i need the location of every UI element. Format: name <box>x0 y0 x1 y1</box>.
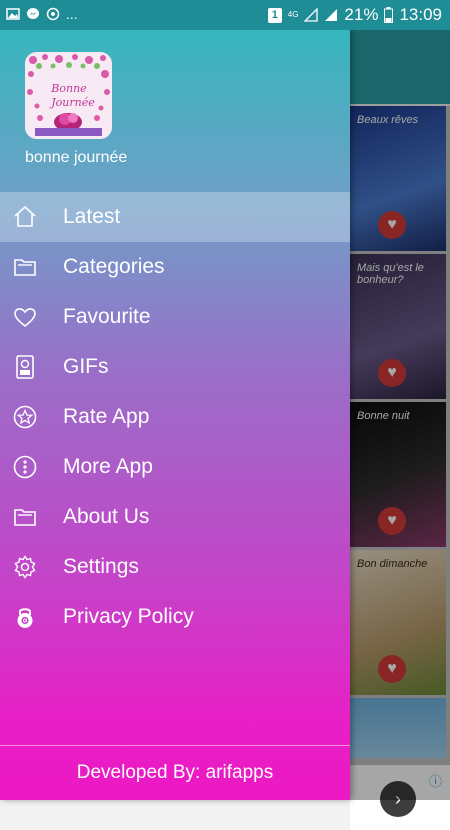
navigation-drawer: Bonne Journée bonne journée Latest Categ… <box>0 30 350 800</box>
menu-item-settings[interactable]: Settings <box>0 542 350 592</box>
more-circle-icon <box>13 455 37 479</box>
status-bar: ... 1 4G 21% 13:09 <box>0 0 450 30</box>
menu-item-privacy-policy[interactable]: Privacy Policy <box>0 592 350 642</box>
menu-item-label: Privacy Policy <box>63 605 194 628</box>
app-logo: Bonne Journée <box>25 52 112 139</box>
drawer-menu: Latest Categories Favourite GIFs Rate Ap… <box>0 192 350 642</box>
battery-percent: 21% <box>344 5 379 24</box>
sync-notification-icon <box>46 7 60 21</box>
menu-item-label: Rate App <box>63 405 150 428</box>
menu-item-about-us[interactable]: About Us <box>0 492 350 542</box>
home-icon <box>14 205 36 227</box>
lock-icon <box>17 608 33 628</box>
logo-text-2: Journée <box>49 96 95 109</box>
more-notifications: ... <box>66 6 78 22</box>
clock: 13:09 <box>399 5 442 24</box>
app-name: bonne journée <box>25 149 128 166</box>
menu-item-label: More App <box>63 455 153 478</box>
heart-icon <box>14 308 36 328</box>
menu-item-rate-app[interactable]: Rate App <box>0 392 350 442</box>
menu-item-gifs[interactable]: GIFs <box>0 342 350 392</box>
signal-bars-icon <box>325 9 338 21</box>
network-type: 4G <box>287 10 299 19</box>
logo-text-1: Bonne <box>50 82 87 95</box>
folder-icon <box>14 509 36 526</box>
drawer-header: Bonne Journée bonne journée <box>0 30 350 192</box>
menu-item-label: GIFs <box>63 355 109 378</box>
gallery-notification-icon <box>6 8 20 20</box>
menu-item-categories[interactable]: Categories <box>0 242 350 292</box>
app-logo-image: Bonne Journée <box>25 52 112 139</box>
status-left: ... <box>6 6 78 22</box>
menu-item-label: Categories <box>63 255 165 278</box>
menu-item-favourite[interactable]: Favourite <box>0 292 350 342</box>
star-circle-icon <box>13 405 37 429</box>
menu-item-latest[interactable]: Latest <box>0 192 350 242</box>
status-right: 1 4G 21% 13:09 <box>267 5 442 25</box>
menu-item-more-app[interactable]: More App <box>0 442 350 492</box>
messenger-notification-icon <box>27 8 39 19</box>
notification-badge: 1 <box>267 7 282 23</box>
folder-icon <box>14 259 36 276</box>
menu-item-label: Favourite <box>63 305 151 328</box>
signal-icon <box>304 8 319 22</box>
developer-credit: Developed By: arifapps <box>0 745 350 800</box>
gif-file-icon <box>16 355 34 379</box>
battery-icon <box>384 7 394 23</box>
menu-item-label: Settings <box>63 555 139 578</box>
menu-item-label: About Us <box>63 505 150 528</box>
gear-icon <box>14 555 36 579</box>
menu-item-label: Latest <box>63 205 121 228</box>
